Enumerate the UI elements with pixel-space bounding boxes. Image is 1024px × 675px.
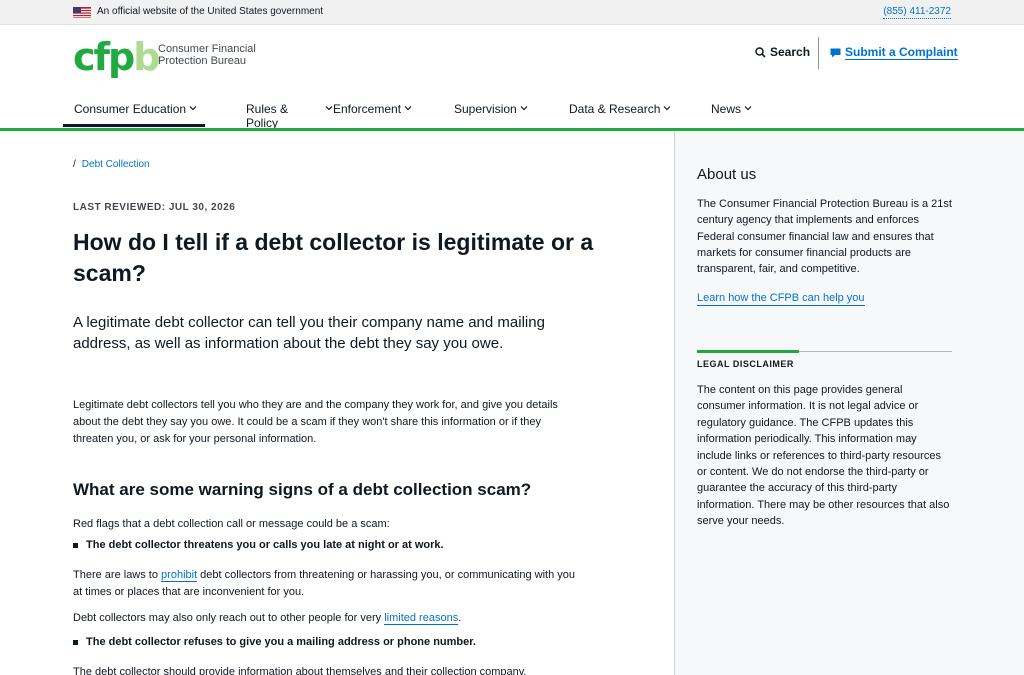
breadcrumb: / Debt Collection — [73, 159, 150, 170]
phone-link[interactable]: (855) 411-2372 — [883, 6, 951, 19]
text-segment: There are laws to — [73, 569, 162, 581]
main-nav: Consumer Education Rules & Policy Enforc… — [63, 95, 771, 130]
legal-divider — [697, 350, 952, 353]
cfpb-logo[interactable]: cfpb — [73, 38, 160, 76]
chevron-down-icon — [325, 106, 333, 111]
chevron-down-icon — [404, 106, 412, 111]
nav-news[interactable]: News — [711, 95, 771, 129]
logo-text[interactable]: Consumer Financial Protection Bureau — [158, 43, 256, 67]
chevron-down-icon — [744, 106, 752, 111]
breadcrumb-separator: / — [73, 159, 76, 170]
search-label: Search — [770, 45, 811, 59]
nav-data-research[interactable]: Data & Research — [569, 95, 711, 129]
chevron-down-icon — [663, 106, 671, 111]
bullet-refuses: The debt collector refuses to give you a… — [86, 636, 476, 648]
nav-label: Consumer Education — [74, 102, 187, 116]
submit-complaint-label: Submit a Complaint — [845, 45, 958, 60]
limited-reasons-paragraph: Debt collectors may also only reach out … — [73, 610, 578, 627]
limited-reasons-link[interactable]: limited reasons — [384, 612, 459, 625]
provide-info-paragraph: The debt collector should provide inform… — [73, 666, 527, 675]
text-segment: Debt collectors may also only reach out … — [73, 612, 385, 624]
about-us-text: The Consumer Financial Protection Bureau… — [697, 198, 952, 276]
prohibit-link[interactable]: prohibit — [161, 569, 198, 582]
nav-supervision[interactable]: Supervision — [454, 95, 569, 129]
breadcrumb-debt-collection[interactable]: Debt Collection — [82, 159, 150, 170]
red-flags-intro: Red flags that a debt collection call or… — [73, 518, 390, 530]
site-header: cfpb Consumer Financial Protection Burea… — [0, 25, 1024, 130]
laws-paragraph: There are laws to prohibit debt collecto… — [73, 567, 578, 601]
nav-label: Supervision — [454, 102, 517, 116]
us-flag-icon — [73, 7, 91, 18]
bullet-marker — [73, 639, 78, 645]
nav-enforcement[interactable]: Enforcement — [333, 95, 454, 129]
nav-rules-policy[interactable]: Rules & Policy — [205, 95, 333, 130]
gov-banner: An official website of the United States… — [0, 0, 1024, 25]
nav-label: News — [711, 102, 742, 116]
nav-label: Enforcement — [333, 102, 402, 116]
warning-signs-heading: What are some warning signs of a debt co… — [73, 480, 532, 499]
about-us-heading: About us — [697, 166, 757, 183]
header-divider — [818, 37, 819, 69]
bullet-threatens: The debt collector threatens you or call… — [86, 539, 444, 551]
list-item: The debt collector refuses to give you a… — [73, 636, 476, 648]
speech-bubble-icon — [830, 48, 841, 58]
logo-line-1: Consumer Financial — [158, 43, 256, 55]
search-icon — [755, 46, 766, 58]
legal-disclaimer-heading: LEGAL DISCLAIMER — [697, 359, 794, 369]
text-segment: . — [458, 612, 462, 624]
nav-label: Data & Research — [569, 102, 661, 116]
gov-banner-text: An official website of the United States… — [97, 6, 324, 17]
last-reviewed: LAST REVIEWED: JUL 30, 2026 — [73, 202, 236, 213]
intro-paragraph: Legitimate debt collectors tell you who … — [73, 399, 558, 445]
list-item: The debt collector threatens you or call… — [73, 539, 444, 551]
search-button[interactable]: Search — [755, 45, 810, 59]
lead-paragraph: A legitimate debt collector can tell you… — [73, 314, 545, 352]
logo-line-2: Protection Bureau — [158, 55, 247, 67]
legal-divider-accent — [697, 350, 799, 353]
bullet-marker — [73, 542, 78, 548]
nav-consumer-education[interactable]: Consumer Education — [63, 95, 205, 129]
legal-disclaimer-text: The content on this page provides genera… — [697, 384, 950, 528]
chevron-down-icon — [189, 106, 197, 111]
page-title: How do I tell if a debt collector is leg… — [73, 229, 594, 286]
sidebar: About us The Consumer Financial Protecti… — [674, 131, 1024, 675]
learn-how-link[interactable]: Learn how the CFPB can help you — [697, 291, 865, 306]
submit-complaint-link[interactable]: Submit a Complaint — [830, 46, 958, 60]
chevron-down-icon — [520, 106, 528, 111]
nav-label: Rules & Policy — [246, 102, 289, 130]
